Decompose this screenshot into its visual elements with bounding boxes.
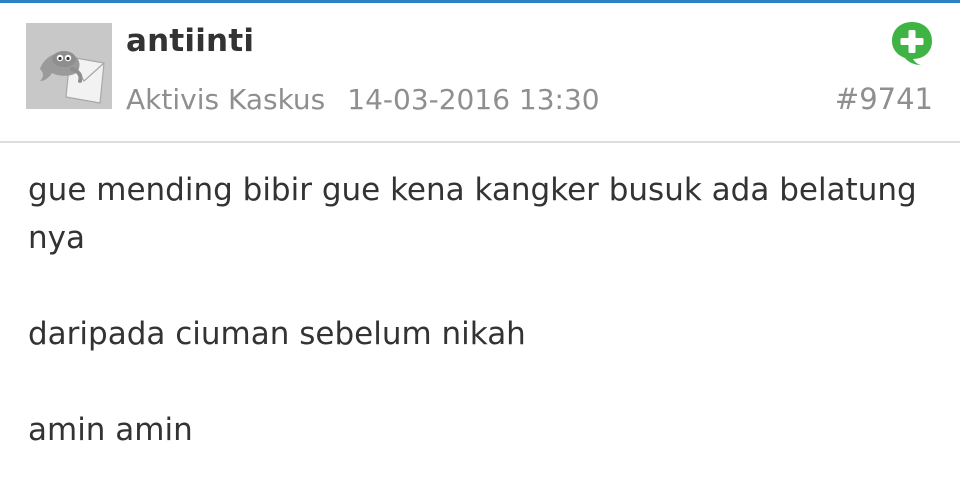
post-text-paragraph: amin amin — [28, 412, 193, 448]
default-avatar-icon — [26, 23, 112, 109]
user-rank: Aktivis Kaskus — [126, 83, 326, 116]
avatar[interactable] — [26, 23, 112, 109]
post-body: gue mending bibir gue kena kangker busuk… — [28, 166, 928, 502]
post-number-link[interactable]: #9741 — [835, 82, 933, 116]
post-text-paragraph: daripada ciuman sebelum nikah — [28, 316, 526, 352]
post-datetime: 14-03-2016 13:30 — [347, 83, 600, 116]
post-header: antiinti Aktivis Kaskus 14-03-2016 13:30 … — [0, 3, 960, 140]
post-text-paragraph: gue mending bibir gue kena kangker busuk… — [28, 172, 917, 256]
quote-plus-icon — [892, 22, 932, 65]
multi-quote-button[interactable] — [888, 19, 936, 67]
post-meta: Aktivis Kaskus 14-03-2016 13:30 — [126, 83, 600, 116]
username[interactable]: antiinti — [126, 23, 254, 59]
header-divider — [0, 141, 960, 143]
